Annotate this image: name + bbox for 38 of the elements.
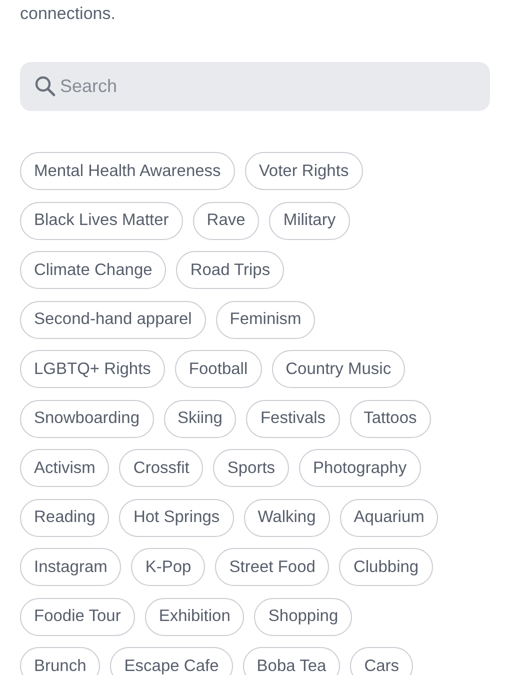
tag-chip[interactable]: Black Lives Matter (20, 202, 183, 240)
tag-chip[interactable]: Hot Springs (119, 498, 234, 536)
tag-chip[interactable]: Boba Tea (242, 647, 340, 675)
tag-chip[interactable]: Instagram (20, 548, 122, 586)
tag-chip[interactable]: Brunch (20, 647, 100, 675)
tag-chip[interactable]: Snowboarding (20, 400, 154, 438)
tag-chip[interactable]: Exhibition (144, 598, 244, 636)
tag-chip[interactable]: Walking (244, 498, 330, 536)
tag-chip[interactable]: Clubbing (339, 548, 433, 586)
tag-chip[interactable]: Escape Cafe (110, 647, 233, 675)
tag-chip[interactable]: Sports (213, 449, 290, 487)
tag-chip[interactable]: Country Music (272, 350, 406, 388)
tag-chip[interactable]: Skiing (164, 400, 236, 438)
tag-chip[interactable]: Military (269, 202, 350, 240)
tag-chip[interactable]: Crossfit (119, 449, 204, 487)
tag-chip[interactable]: Voter Rights (244, 152, 363, 190)
tag-chip[interactable]: Festivals (246, 400, 340, 438)
tag-chip[interactable]: LGBTQ+ Rights (20, 350, 165, 388)
search-field[interactable]: Search (20, 62, 490, 111)
tag-chip[interactable]: Reading (20, 498, 110, 536)
tag-chip[interactable]: Aquarium (340, 498, 438, 536)
tag-chip[interactable]: Photography (299, 449, 421, 487)
tag-chip[interactable]: Road Trips (176, 251, 284, 289)
tag-chip[interactable]: Activism (20, 449, 110, 487)
tag-chip[interactable]: Mental Health Awareness (20, 152, 235, 190)
tag-chip[interactable]: Street Food (215, 548, 330, 586)
tag-chip[interactable]: Feminism (216, 300, 316, 338)
intro-text: connections. (20, 4, 116, 24)
tag-chip[interactable]: Tattoos (350, 400, 431, 438)
tag-chip[interactable]: Shopping (254, 598, 352, 636)
search-icon (34, 75, 56, 97)
tag-chip[interactable]: Rave (192, 202, 260, 240)
tag-chip[interactable]: Football (174, 350, 262, 388)
tag-chip[interactable]: Second-hand apparel (20, 300, 206, 338)
tag-chip[interactable]: Climate Change (20, 251, 166, 289)
tag-chip[interactable]: Foodie Tour (20, 598, 135, 636)
tag-chip[interactable]: K-Pop (131, 548, 206, 586)
tag-chip[interactable]: Cars (350, 647, 414, 675)
